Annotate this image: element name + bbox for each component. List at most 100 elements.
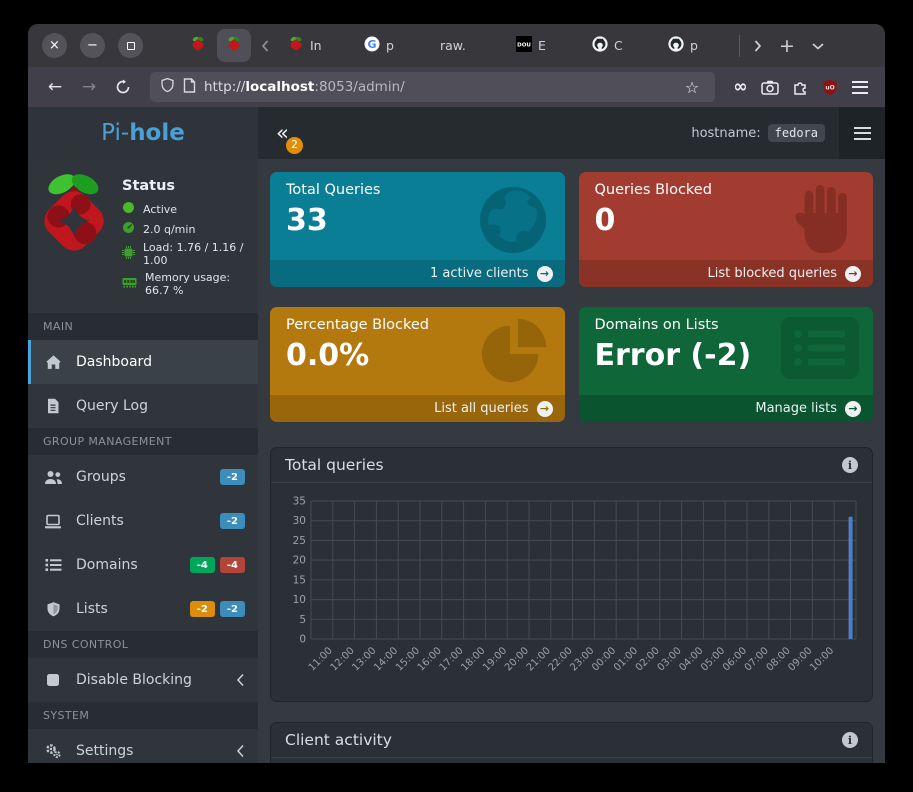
browser-tab[interactable]: p [659,29,733,62]
sidebar-item-query-log[interactable]: Query Log [28,384,258,428]
sidebar-item-extras: -2-2 [190,601,245,617]
card-body: Total Queries33 [270,172,565,260]
sidebar-item-label: Query Log [76,398,148,414]
svg-text:0: 0 [299,634,306,646]
browser-tab[interactable]: C [583,29,657,62]
app-menu-icon[interactable] [839,107,885,159]
menu-section-header: GROUP MANAGEMENT [28,428,258,455]
sidebar-item-disable-blocking[interactable]: Disable Blocking [28,658,258,702]
reload-icon[interactable] [108,72,138,102]
gears-icon [43,743,63,759]
browser-tab[interactable]: Gp [355,29,429,62]
browser-tab[interactable]: DOU E [507,29,581,62]
card-footer-label: List all queries [434,401,528,416]
hostname: hostname: fedora [691,124,825,142]
window-controls: ×− [38,33,143,58]
sidebar-item-dashboard[interactable]: Dashboard [28,340,258,384]
svg-text:01:00: 01:00 [612,645,640,673]
status-title: Status [122,178,246,194]
card-footer-link[interactable]: 1 active clients→ [270,260,565,287]
card-total-queries: Total Queries331 active clients→ [270,172,565,287]
sidebar-item-groups[interactable]: Groups-2 [28,455,258,499]
sidebar-item-settings[interactable]: Settings [28,729,258,763]
browser-tab[interactable]: raw. [431,29,505,62]
svg-text:09:00: 09:00 [786,645,814,673]
svg-text:22:00: 22:00 [547,645,575,673]
stop-icon [43,673,63,687]
svg-text:12:00: 12:00 [329,645,357,673]
info-icon[interactable]: i [842,457,858,473]
sidebar-item-domains[interactable]: Domains-4-4 [28,543,258,587]
pihole-app: Pi-hole «2 hostname: fedora Status [28,107,885,763]
browser-tab[interactable] [181,29,215,62]
card-footer-link[interactable]: List all queries→ [270,395,565,422]
svg-text:03:00: 03:00 [656,645,684,673]
arrow-circle-icon: → [845,266,861,282]
svg-text:uO: uO [825,84,834,91]
pihole-logo: Pi-hole [28,107,258,159]
tab-title: raw. [440,38,466,53]
firefox-menu-icon[interactable] [847,74,873,100]
status-block: Status Active2.0 q/minLoad: 1.76 / 1.16 … [28,159,258,313]
extension-infinity-icon[interactable]: ∞ [727,74,753,100]
users-icon [43,470,63,485]
tracking-shield-icon[interactable] [160,77,175,97]
ublock-origin-icon[interactable]: uO [817,74,843,100]
browser-tab[interactable]: In [279,29,353,62]
chevron-right-icon[interactable] [746,24,770,67]
svg-text:10: 10 [293,594,306,606]
svg-text:20:00: 20:00 [503,645,531,673]
info-icon[interactable]: i [842,732,858,748]
titlebar: ×− InGp raw. DOU E Cp + [28,24,885,67]
minimize-button[interactable]: − [80,33,105,58]
page-info-icon[interactable] [183,78,196,97]
svg-text:04:00: 04:00 [677,645,705,673]
back-icon[interactable]: ← [40,72,70,102]
arrow-circle-icon: → [845,401,861,417]
svg-text:02:00: 02:00 [634,645,662,673]
sidebar-item-label: Disable Blocking [76,672,192,688]
screenshot-camera-icon[interactable] [757,74,783,100]
svg-text:DOU: DOU [517,43,531,49]
chevron-left-icon[interactable] [253,24,277,67]
card-footer-label: 1 active clients [430,266,529,281]
svg-text:25: 25 [293,535,306,547]
count-badge: -4 [190,557,215,573]
card-footer-link[interactable]: List blocked queries→ [579,260,874,287]
sidebar-item-clients[interactable]: Clients-2 [28,499,258,543]
chevron-down-icon[interactable] [804,24,832,67]
sidebar-item-label: Dashboard [76,354,152,370]
svg-text:35: 35 [293,496,306,508]
close-button[interactable]: × [42,33,67,58]
plus-icon[interactable]: + [772,24,802,67]
card-body: Percentage Blocked0.0% [270,307,565,395]
count-badge: -2 [220,601,245,617]
sidebar-collapse-icon[interactable]: «2 [272,121,293,146]
gauge-icon [122,221,135,237]
github-favicon-icon [668,36,684,55]
url-bar[interactable]: http://localhost:8053/admin/ ☆ [150,72,715,102]
url-text[interactable]: http://localhost:8053/admin/ [204,79,671,95]
tab-title: E [538,38,546,53]
raspberry-logo-icon [36,172,112,301]
card-footer-link[interactable]: Manage lists→ [579,395,874,422]
bookmark-star-icon[interactable]: ☆ [679,74,705,100]
pihole-favicon-icon [288,36,304,55]
top-navbar: «2 hostname: fedora [258,107,885,159]
total-queries-chart: 0510152025303511:0012:0013:0014:0015:001… [271,483,872,701]
browser-tab[interactable] [217,29,251,62]
extensions-puzzle-icon[interactable] [787,74,813,100]
svg-text:G: G [367,38,376,51]
forward-icon[interactable]: → [74,72,104,102]
sidebar-item-lists[interactable]: Lists-2-2 [28,587,258,631]
svg-text:11:00: 11:00 [307,645,335,673]
hostname-label: hostname: [691,126,760,141]
svg-text:17:00: 17:00 [438,645,466,673]
maximize-button[interactable] [118,33,143,58]
sidebar-item-extras: -4-4 [190,557,245,573]
status-label: Memory usage: 66.7 % [145,271,246,297]
hand-icon [789,182,859,260]
update-badge: 2 [286,137,303,154]
status-item: Memory usage: 66.7 % [122,271,246,297]
pihole-favicon-icon [226,36,242,55]
